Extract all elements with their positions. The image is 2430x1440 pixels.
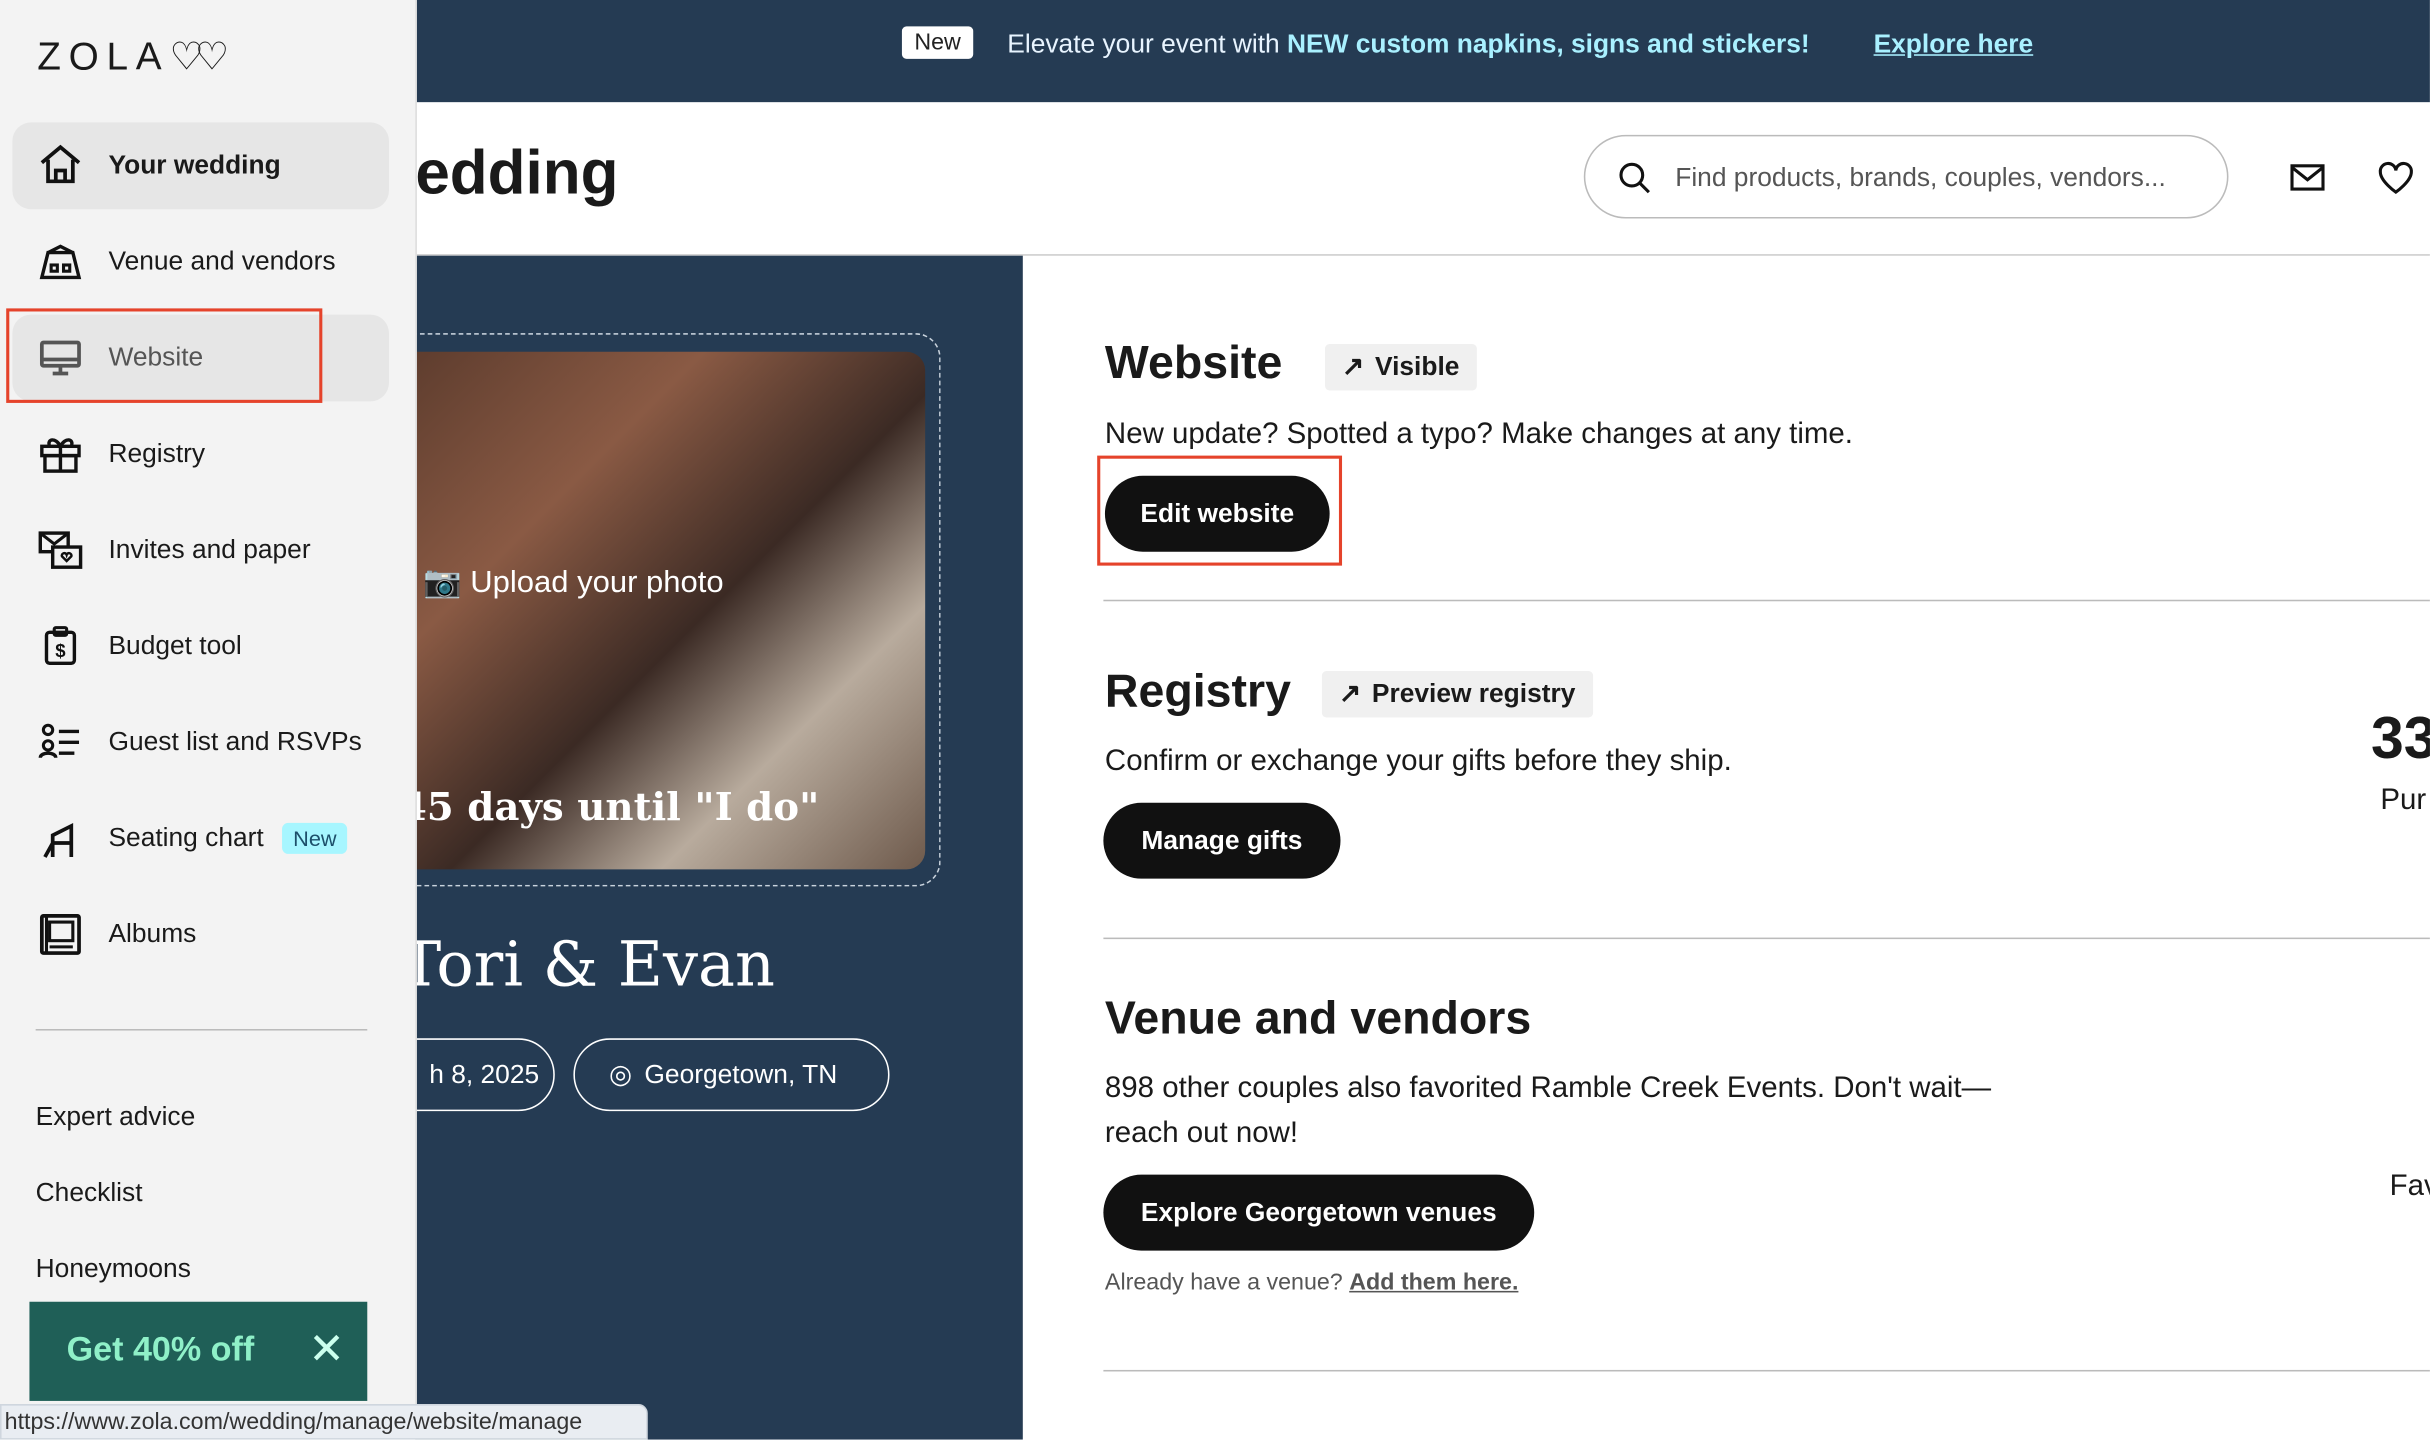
highlight-box xyxy=(6,308,323,403)
svg-text:$: $ xyxy=(55,640,66,661)
promo-text: Get 40% off xyxy=(66,1329,255,1369)
registry-description: Confirm or exchange your gifts before th… xyxy=(1104,745,1732,778)
budget-icon: $ xyxy=(37,623,83,669)
checklist-link[interactable]: Checklist xyxy=(36,1178,143,1209)
sidebar-item-label: Venue and vendors xyxy=(108,246,336,276)
new-badge: New xyxy=(282,822,348,854)
venue-description: 898 other couples also favorited Ramble … xyxy=(1104,1072,1992,1105)
sidebar-item-label: Albums xyxy=(108,918,197,949)
search-placeholder: Find products, brands, couples, vendors.… xyxy=(1675,162,2166,193)
sidebar-item-invites-and-paper[interactable]: Invites and paper xyxy=(12,507,389,594)
manage-gifts-button[interactable]: Manage gifts xyxy=(1103,802,1341,879)
honeymoons-link[interactable]: Honeymoons xyxy=(36,1254,191,1285)
visible-tag[interactable]: ↗ Visible xyxy=(1324,344,1477,391)
venue-description-2: reach out now! xyxy=(1104,1117,1299,1150)
discount-promo[interactable]: Get 40% off ✕ xyxy=(29,1301,368,1401)
search-input[interactable]: Find products, brands, couples, vendors.… xyxy=(1583,134,2229,219)
website-heading: Website xyxy=(1104,337,1283,389)
camera-icon: 📷 xyxy=(423,565,462,600)
album-icon xyxy=(37,911,83,957)
sidebar-item-label: Registry xyxy=(108,438,206,469)
venue-note: Already have a venue? Add them here. xyxy=(1104,1269,1519,1296)
sidebar-item-label: Guest list and RSVPs xyxy=(108,726,362,757)
highlight-box xyxy=(1097,455,1343,566)
status-bar-url: https://www.zola.com/wedding/manage/webs… xyxy=(0,1404,648,1440)
external-link-icon: ↗ xyxy=(1342,351,1365,382)
new-badge: New xyxy=(901,26,974,59)
countdown-text: 45 days until "I do" xyxy=(399,784,820,830)
explore-here-link[interactable]: Explore here xyxy=(1874,29,2034,60)
close-icon[interactable]: ✕ xyxy=(308,1323,344,1374)
sidebar-item-venue-and-vendors[interactable]: Venue and vendors xyxy=(12,219,389,306)
divider xyxy=(1103,1369,2430,1372)
registry-stat-label: Pur xyxy=(2380,784,2427,817)
registry-stat: 33 xyxy=(2371,706,2430,772)
sidebar-item-registry[interactable]: Registry xyxy=(12,411,389,498)
sidebar-item-budget-tool[interactable]: $ Budget tool xyxy=(12,603,389,690)
location-pin-icon: ◎ xyxy=(609,1059,633,1089)
preview-registry-tag[interactable]: ↗ Preview registry xyxy=(1321,671,1593,718)
location-pill[interactable]: ◎ Georgetown, TN xyxy=(573,1038,890,1112)
sidebar: ZOLA♡♡ Your wedding Venue and vendors Webs… xyxy=(0,0,417,1440)
add-venue-link[interactable]: Add them here. xyxy=(1349,1269,1518,1295)
page-title: edding xyxy=(415,139,619,208)
sidebar-divider xyxy=(35,1029,368,1031)
venue-side-label: Fav xyxy=(2389,1170,2430,1203)
upload-photo-button[interactable]: 📷 Upload your photo xyxy=(423,563,724,602)
sidebar-item-label: Budget tool xyxy=(108,630,242,661)
search-icon xyxy=(1619,162,1650,194)
sidebar-item-guest-list-and-rsvps[interactable]: Guest list and RSVPs xyxy=(12,699,389,786)
venue-heading: Venue and vendors xyxy=(1104,993,1532,1045)
venue-icon xyxy=(37,239,83,285)
sidebar-item-label: Your wedding xyxy=(108,150,281,180)
expert-advice-link[interactable]: Expert advice xyxy=(36,1102,196,1133)
sidebar-item-label: Seating chart xyxy=(108,822,264,853)
couple-names: Tori & Evan xyxy=(399,929,775,1002)
sidebar-item-your-wedding[interactable]: Your wedding xyxy=(12,122,389,210)
website-description: New update? Spotted a typo? Make changes… xyxy=(1104,418,1853,451)
gift-icon xyxy=(37,431,83,477)
banner-message: Elevate your event with NEW custom napki… xyxy=(1007,29,1810,59)
registry-heading: Registry xyxy=(1104,666,1291,718)
chair-icon xyxy=(37,815,83,861)
envelope-icon xyxy=(37,527,83,573)
guest-list-icon xyxy=(37,719,83,765)
heart-icon[interactable] xyxy=(2377,161,2414,195)
hearts-logo-icon: ♡♡ xyxy=(169,35,229,80)
sidebar-item-albums[interactable]: Albums xyxy=(12,891,389,978)
divider xyxy=(1103,599,2430,602)
external-link-icon: ↗ xyxy=(1338,678,1362,709)
mail-icon[interactable] xyxy=(2289,161,2326,195)
home-icon xyxy=(37,143,83,189)
zola-logo[interactable]: ZOLA♡♡ xyxy=(37,34,229,80)
explore-venues-button[interactable]: Explore Georgetown venues xyxy=(1103,1174,1535,1251)
sidebar-item-label: Invites and paper xyxy=(108,534,311,565)
sidebar-item-seating-chart[interactable]: Seating chart New xyxy=(12,795,389,882)
divider xyxy=(1103,937,2430,940)
